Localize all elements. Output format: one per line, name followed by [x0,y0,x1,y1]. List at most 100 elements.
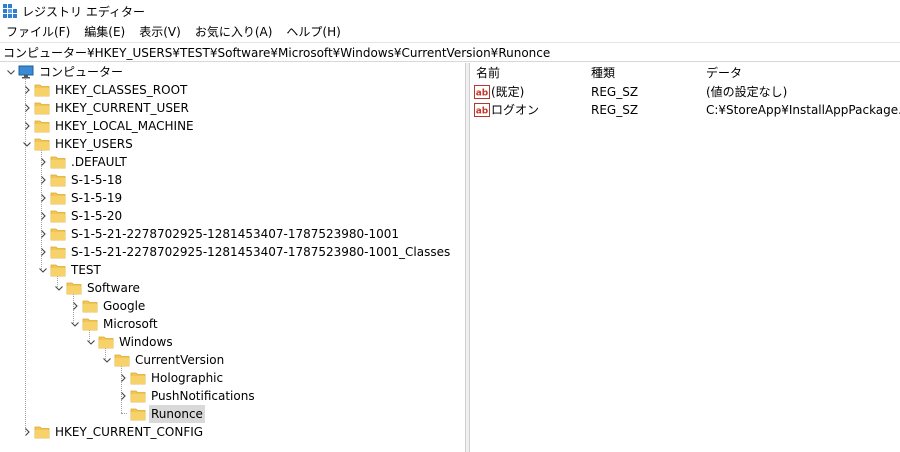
chevron-right-icon[interactable] [68,297,82,315]
values-list-pane[interactable]: 名前 種類 データ ab (既定) REG_SZ (値の設定なし) ab ログオ… [471,63,900,452]
folder-icon [50,173,66,187]
tree-item-user-sid[interactable]: S-1-5-21-2278702925-1281453407-178752398… [36,225,401,243]
chevron-down-icon[interactable] [36,261,50,279]
tree-item-s-1-5-20[interactable]: S-1-5-20 [36,207,124,225]
svg-text:ab: ab [476,107,489,117]
tree-item-currentversion[interactable]: CurrentVersion [100,351,226,369]
window-title: レジストリ エディター [22,4,145,19]
list-header: 名前 種類 データ [471,63,900,83]
chevron-right-icon[interactable] [20,423,34,441]
tree-item-hkey-current-user[interactable]: HKEY_CURRENT_USER [20,99,191,117]
tree-item-software[interactable]: Software [52,279,142,297]
address-bar[interactable]: コンピューター¥HKEY_USERS¥TEST¥Software¥Microso… [0,42,900,62]
tree-item-test[interactable]: TEST [36,261,103,279]
computer-icon [18,65,34,79]
tree-item-windows[interactable]: Windows [84,333,175,351]
value-type: REG_SZ [591,85,639,99]
tree-label: Windows [119,335,173,349]
chevron-right-icon[interactable] [36,189,50,207]
tree-label: コンピューター [39,65,124,79]
tree-item-s-1-5-18[interactable]: S-1-5-18 [36,171,124,189]
folder-icon [34,119,50,133]
menu-file[interactable]: ファイル(F) [0,22,77,42]
tree-item-s-1-5-19[interactable]: S-1-5-19 [36,189,124,207]
folder-icon [82,299,98,313]
value-type: REG_SZ [591,103,639,117]
tree-label: PushNotifications [151,389,255,403]
tree-item-computer[interactable]: コンピューター [4,63,125,81]
key-tree-pane[interactable]: コンピューター HKEY_CLASSES_ROOT HKEY_CURRENT_U… [0,63,466,452]
chevron-down-icon[interactable] [100,351,114,369]
registry-editor-icon [2,3,18,19]
chevron-right-icon[interactable] [36,243,50,261]
column-header-data[interactable]: データ [706,63,742,83]
tree-item-hkey-local-machine[interactable]: HKEY_LOCAL_MACHINE [20,117,196,135]
chevron-down-icon[interactable] [68,315,82,333]
chevron-down-icon[interactable] [84,333,98,351]
folder-icon [50,155,66,169]
tree-label: .DEFAULT [71,155,127,169]
chevron-right-icon[interactable] [36,171,50,189]
tree-item-holographic[interactable]: Holographic [116,369,225,387]
chevron-right-icon[interactable] [116,369,130,387]
pane-splitter[interactable] [466,63,470,452]
chevron-right-icon[interactable] [36,225,50,243]
menu-bar: ファイル(F) 編集(E) 表示(V) お気に入り(A) ヘルプ(H) [0,22,900,42]
tree-label: S-1-5-18 [71,173,123,187]
folder-icon [50,263,66,277]
tree-item-hkey-users[interactable]: HKEY_USERS [20,135,135,153]
menu-favorites[interactable]: お気に入り(A) [188,22,280,42]
tree-label: S-1-5-19 [71,191,123,205]
tree-item-runonce[interactable]: Runonce [130,405,205,423]
tree-item-pushnotifications[interactable]: PushNotifications [116,387,257,405]
menu-help[interactable]: ヘルプ(H) [279,22,347,42]
folder-icon [34,137,50,151]
tree-item-hkey-current-config[interactable]: HKEY_CURRENT_CONFIG [20,423,205,441]
chevron-right-icon[interactable] [20,117,34,135]
tree-item-google[interactable]: Google [68,297,147,315]
tree-item-default[interactable]: .DEFAULT [36,153,129,171]
tree-label: HKEY_CURRENT_USER [55,101,189,115]
chevron-right-icon[interactable] [36,207,50,225]
tree-label-selected: Runonce [149,405,205,423]
tree-label: HKEY_LOCAL_MACHINE [55,119,194,133]
value-name: (既定) [491,85,525,99]
folder-icon [82,317,98,331]
folder-icon [130,389,146,403]
tree-item-microsoft[interactable]: Microsoft [68,315,160,333]
folder-icon [66,281,82,295]
tree-label: HKEY_CLASSES_ROOT [55,83,188,97]
tree-label: S-1-5-20 [71,209,123,223]
menu-edit[interactable]: 編集(E) [77,22,132,42]
chevron-right-icon[interactable] [20,81,34,99]
chevron-right-icon[interactable] [116,387,130,405]
tree-guide-line [121,413,127,414]
folder-icon [130,407,146,421]
chevron-right-icon[interactable] [20,99,34,117]
tree-label: S-1-5-21-2278702925-1281453407-178752398… [71,245,451,259]
value-row[interactable]: ab (既定) REG_SZ (値の設定なし) [471,83,900,101]
tree-item-user-sid-classes[interactable]: S-1-5-21-2278702925-1281453407-178752398… [36,243,452,261]
tree-label: HKEY_CURRENT_CONFIG [55,425,204,439]
chevron-right-icon[interactable] [36,153,50,171]
chevron-down-icon[interactable] [4,63,18,81]
folder-icon [34,425,50,439]
folder-icon [50,191,66,205]
folder-icon [50,209,66,223]
value-name: ログオン [491,103,540,117]
column-header-type[interactable]: 種類 [591,63,615,83]
folder-icon [114,353,130,367]
tree-label: Holographic [151,371,224,385]
tree-item-hkey-classes-root[interactable]: HKEY_CLASSES_ROOT [20,81,189,99]
folder-icon [50,227,66,241]
column-header-name[interactable]: 名前 [476,63,500,83]
chevron-down-icon[interactable] [52,279,66,297]
address-path[interactable]: コンピューター¥HKEY_USERS¥TEST¥Software¥Microso… [3,44,550,61]
string-value-icon: ab [474,103,490,117]
folder-icon [34,83,50,97]
value-row[interactable]: ab ログオン REG_SZ C:¥StoreApp¥InstallAppPac… [471,101,900,119]
folder-icon [98,335,114,349]
tree-label: Microsoft [103,317,158,331]
chevron-down-icon[interactable] [20,135,34,153]
menu-view[interactable]: 表示(V) [132,22,188,42]
